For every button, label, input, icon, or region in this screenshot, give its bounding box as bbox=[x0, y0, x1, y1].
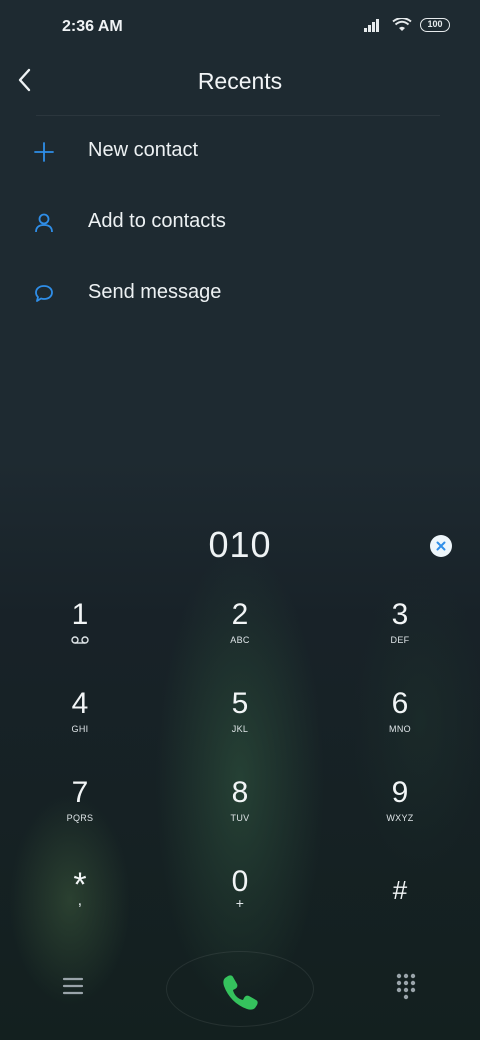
voicemail-icon bbox=[71, 636, 89, 644]
key-7-digit: 7 bbox=[71, 776, 89, 809]
key-3[interactable]: 3 DEF bbox=[340, 598, 460, 678]
key-1[interactable]: 1 bbox=[20, 598, 140, 678]
key-0[interactable]: 0 + bbox=[180, 865, 300, 945]
key-2-letters: ABC bbox=[230, 635, 250, 645]
key-4-letters: GHI bbox=[71, 724, 89, 734]
wifi-icon bbox=[392, 18, 412, 31]
status-time: 2:36 AM bbox=[62, 18, 123, 35]
bottom-bar bbox=[0, 945, 480, 1030]
add-to-contacts-item[interactable]: Add to contacts bbox=[0, 193, 480, 253]
key-5[interactable]: 5 JKL bbox=[180, 687, 300, 767]
key-star-letters: , bbox=[77, 892, 83, 909]
key-1-digit: 1 bbox=[71, 598, 89, 631]
page-title: Recents bbox=[197, 68, 283, 94]
key-6[interactable]: 6 MNO bbox=[340, 687, 460, 767]
key-4-digit: 4 bbox=[71, 687, 89, 720]
send-message-label: Send message bbox=[88, 281, 222, 303]
add-to-contacts-label: Add to contacts bbox=[88, 210, 226, 232]
call-button[interactable] bbox=[166, 951, 314, 1027]
hamburger-icon[interactable] bbox=[62, 975, 84, 997]
key-8[interactable]: 8 TUV bbox=[180, 776, 300, 856]
key-hash-digit: # bbox=[392, 875, 408, 905]
person-icon bbox=[35, 213, 53, 233]
key-5-digit: 5 bbox=[231, 687, 249, 720]
key-star[interactable]: * , bbox=[20, 868, 140, 948]
key-4[interactable]: 4 GHI bbox=[20, 687, 140, 767]
phone-icon bbox=[223, 975, 258, 1010]
battery-icon: 100 bbox=[420, 18, 450, 32]
dialpad-icon[interactable] bbox=[396, 973, 416, 1001]
signal-icon bbox=[364, 19, 379, 32]
key-5-letters: JKL bbox=[231, 724, 249, 734]
key-6-digit: 6 bbox=[391, 687, 409, 720]
key-0-digit: 0 bbox=[231, 865, 249, 898]
key-9-letters: WXYZ bbox=[386, 813, 414, 823]
header-divider bbox=[36, 115, 440, 116]
key-2[interactable]: 2 ABC bbox=[180, 598, 300, 678]
key-6-letters: MNO bbox=[389, 724, 411, 734]
status-icons: 100 bbox=[364, 18, 450, 32]
key-8-digit: 8 bbox=[231, 776, 249, 809]
dialed-number: 010 bbox=[208, 524, 272, 565]
key-hash[interactable]: # bbox=[340, 873, 460, 953]
new-contact-item[interactable]: New contact bbox=[0, 122, 480, 182]
clear-icon[interactable] bbox=[430, 535, 452, 557]
header: Recents bbox=[0, 56, 480, 116]
key-7[interactable]: 7 PQRS bbox=[20, 776, 140, 856]
key-3-digit: 3 bbox=[391, 598, 409, 631]
key-3-letters: DEF bbox=[390, 635, 410, 645]
key-9[interactable]: 9 WXYZ bbox=[340, 776, 460, 856]
status-bar: 2:36 AM 100 bbox=[0, 0, 480, 56]
key-8-letters: TUV bbox=[230, 813, 250, 823]
plus-icon bbox=[34, 142, 54, 162]
key-9-digit: 9 bbox=[391, 776, 409, 809]
new-contact-label: New contact bbox=[88, 139, 199, 161]
key-7-letters: PQRS bbox=[66, 813, 94, 823]
message-icon bbox=[35, 285, 53, 302]
key-2-digit: 2 bbox=[231, 598, 249, 631]
key-0-letters: + bbox=[235, 895, 245, 911]
send-message-item[interactable]: Send message bbox=[0, 264, 480, 324]
